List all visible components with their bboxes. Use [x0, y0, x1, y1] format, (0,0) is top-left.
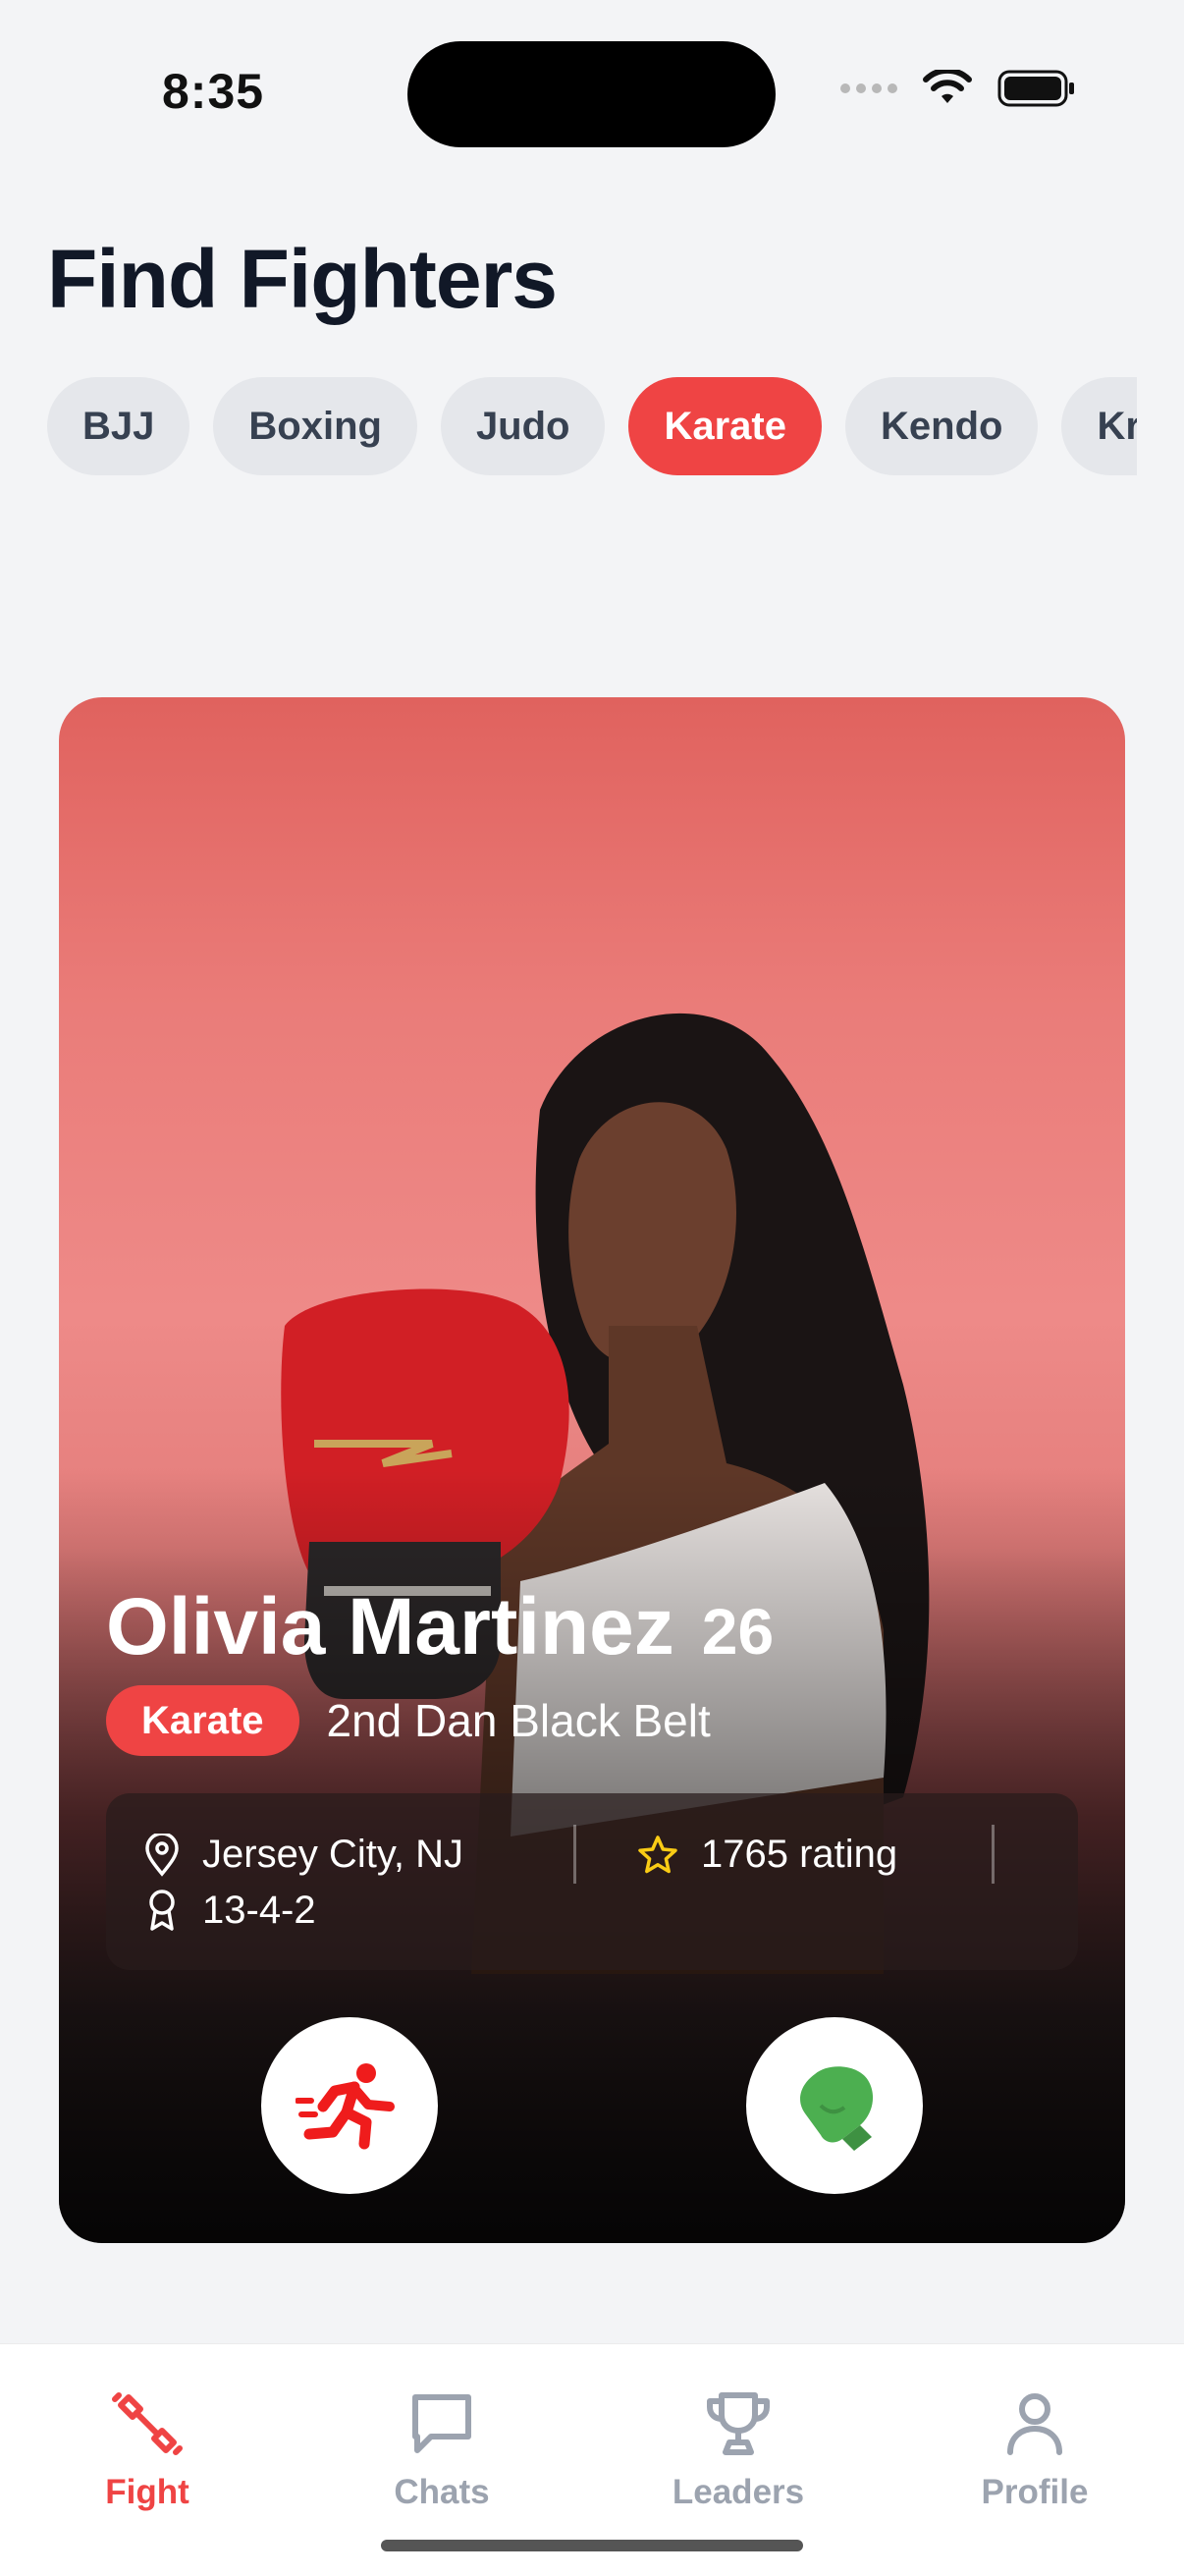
- home-indicator: [381, 2540, 803, 2551]
- filter-chip-karate[interactable]: Karate: [628, 377, 822, 475]
- tab-leaders[interactable]: Leaders: [650, 2387, 827, 2512]
- info-divider: [573, 1825, 576, 1884]
- tab-profile[interactable]: Profile: [946, 2387, 1123, 2512]
- dynamic-island: [407, 41, 776, 147]
- location-item: Jersey City, NJ: [143, 1833, 463, 1877]
- tab-label: Chats: [394, 2473, 490, 2511]
- pass-button[interactable]: [261, 2017, 438, 2194]
- wifi-icon: [923, 70, 972, 103]
- filter-chip-bjj[interactable]: BJJ: [47, 377, 190, 475]
- dumbbell-icon: [112, 2392, 183, 2455]
- rank-text: 2nd Dan Black Belt: [326, 1695, 711, 1746]
- map-pin-icon: [145, 1833, 179, 1877]
- fighter-card[interactable]: Olivia Martinez 26 Karate 2nd Dan Black …: [59, 697, 1125, 2243]
- fighter-age: 26: [701, 1595, 775, 1668]
- fighter-name-row: Olivia Martinez 26: [106, 1581, 774, 1673]
- status-icons: [840, 69, 1076, 108]
- discipline-badge: Karate: [106, 1685, 299, 1756]
- filter-chip-boxing[interactable]: Boxing: [213, 377, 417, 475]
- record-item: 13-4-2: [143, 1888, 316, 1933]
- chat-bubble-icon: [412, 2394, 471, 2453]
- tab-chats[interactable]: Chats: [353, 2387, 530, 2512]
- award-ribbon-icon: [149, 1890, 175, 1931]
- battery-icon: [997, 70, 1074, 107]
- fighter-photo: [59, 697, 1125, 2243]
- boxing-glove-icon: [800, 2066, 874, 2151]
- record-text: 13-4-2: [202, 1888, 316, 1932]
- rating-text: 1765 rating: [701, 1833, 898, 1876]
- person-icon: [1007, 2393, 1062, 2455]
- info-divider: [992, 1825, 995, 1884]
- filter-chip-judo[interactable]: Judo: [440, 377, 606, 475]
- rating-item: 1765 rating: [636, 1833, 897, 1877]
- page-title: Find Fighters: [47, 233, 558, 325]
- discipline-filter-bar[interactable]: BJJBoxingJudoKarateKendo Krav Maga: [47, 377, 1137, 475]
- fighter-info-box: Jersey City, NJ 1765 rating 13-4-2: [106, 1793, 1078, 1970]
- trophy-icon: [707, 2392, 770, 2455]
- star-icon: [638, 1835, 677, 1873]
- fighter-name: Olivia Martinez: [106, 1582, 674, 1672]
- location-text: Jersey City, NJ: [202, 1833, 463, 1876]
- filter-chip-krav-maga[interactable]: Krav Maga: [1061, 377, 1137, 475]
- cellular-signal-icon: [840, 83, 897, 93]
- tab-label: Leaders: [672, 2473, 805, 2511]
- status-time: 8:35: [162, 64, 265, 119]
- tab-fight[interactable]: Fight: [59, 2387, 236, 2512]
- filter-chip-kendo[interactable]: Kendo: [845, 377, 1039, 475]
- fight-button[interactable]: [746, 2017, 923, 2194]
- rank-row: Karate 2nd Dan Black Belt: [106, 1685, 711, 1756]
- running-person-icon: [296, 2063, 395, 2150]
- tab-label: Fight: [105, 2473, 189, 2511]
- tab-label: Profile: [981, 2473, 1089, 2511]
